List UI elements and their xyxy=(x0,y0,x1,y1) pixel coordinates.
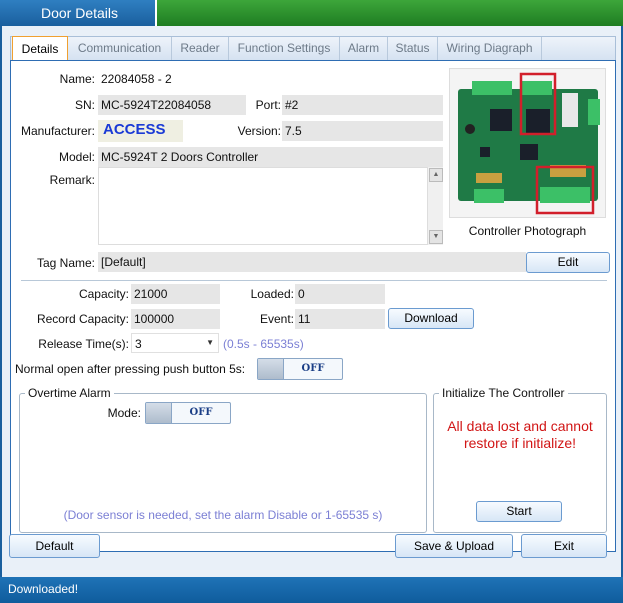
window-frame: Details Communication Reader Function Se… xyxy=(0,26,623,577)
model-field: MC-5924T 2 Doors Controller xyxy=(98,147,443,167)
remark-textarea[interactable] xyxy=(98,167,443,245)
tab-status[interactable]: Status xyxy=(388,37,438,60)
sn-field: MC-5924T22084058 xyxy=(98,95,246,115)
photo-caption: Controller Photograph xyxy=(468,224,587,238)
port-label: Port: xyxy=(255,98,281,112)
name-label: Name: xyxy=(59,72,95,86)
event-label: Event: xyxy=(259,312,294,326)
event-field: 11 xyxy=(295,309,385,329)
initialize-warning-line1: All data lost and cannot xyxy=(447,418,593,434)
manufacturer-value: ACCESS xyxy=(98,120,183,142)
start-button[interactable]: Start xyxy=(476,501,562,522)
overtime-alarm-title: Overtime Alarm xyxy=(25,386,114,400)
tab-strip: Details Communication Reader Function Se… xyxy=(10,36,616,61)
details-panel: Name: 22084058 - 2 SN: MC-5924T22084058 … xyxy=(10,60,616,552)
exit-button[interactable]: Exit xyxy=(521,534,607,558)
tab-wiring-diagraph[interactable]: Wiring Diagraph xyxy=(438,37,542,60)
controller-board-icon xyxy=(458,72,600,215)
status-bar: Downloaded! xyxy=(0,577,623,603)
overtime-mode-toggle[interactable]: OFF xyxy=(145,402,231,424)
record-capacity-label: Record Capacity: xyxy=(36,312,129,326)
tab-function-settings[interactable]: Function Settings xyxy=(229,37,340,60)
controller-photograph xyxy=(449,68,606,218)
normal-open-toggle-text: OFF xyxy=(301,363,325,374)
edit-button[interactable]: Edit xyxy=(526,252,610,273)
window-title: Door Details xyxy=(0,0,157,26)
release-time-select[interactable]: 3 ▼ xyxy=(131,333,219,353)
overtime-mode-toggle-text: OFF xyxy=(189,407,213,418)
toggle-knob xyxy=(146,403,172,423)
sn-label: SN: xyxy=(74,98,95,112)
normal-open-toggle[interactable]: OFF xyxy=(257,358,343,380)
chevron-down-icon: ▼ xyxy=(206,338,214,347)
capacity-field: 21000 xyxy=(131,284,220,304)
normal-open-label: Normal open after pressing push button 5… xyxy=(15,362,246,376)
tab-reader[interactable]: Reader xyxy=(172,37,229,60)
tag-name-label: Tag Name: xyxy=(36,256,95,270)
version-label: Version: xyxy=(237,124,281,138)
save-upload-button[interactable]: Save & Upload xyxy=(395,534,513,558)
manufacturer-label: Manufacturer: xyxy=(20,124,95,138)
release-time-label: Release Time(s): xyxy=(38,337,129,351)
title-bar: Door Details xyxy=(0,0,623,26)
remark-label: Remark: xyxy=(49,173,95,187)
default-button[interactable]: Default xyxy=(9,534,100,558)
tab-alarm[interactable]: Alarm xyxy=(340,37,388,60)
status-message: Downloaded! xyxy=(8,582,79,596)
name-field[interactable]: 22084058 - 2 xyxy=(98,69,443,89)
initialize-warning-line2: restore if initialize! xyxy=(463,435,577,451)
overtime-hint: (Door sensor is needed, set the alarm Di… xyxy=(63,508,383,522)
section-divider xyxy=(21,280,607,281)
scroll-down-icon[interactable]: ▼ xyxy=(429,230,443,244)
download-button[interactable]: Download xyxy=(388,308,474,329)
loaded-label: Loaded: xyxy=(250,287,294,301)
tab-communication[interactable]: Communication xyxy=(68,37,172,60)
tab-details[interactable]: Details xyxy=(12,36,68,61)
tag-name-field: [Default] xyxy=(98,252,526,272)
toggle-knob xyxy=(258,359,284,379)
initialize-title: Initialize The Controller xyxy=(439,386,568,400)
model-label: Model: xyxy=(58,150,95,164)
version-field: 7.5 xyxy=(282,121,443,141)
scroll-up-icon[interactable]: ▲ xyxy=(429,168,443,182)
release-time-hint: (0.5s - 65535s) xyxy=(223,337,304,351)
overtime-mode-label: Mode: xyxy=(107,406,141,420)
loaded-field: 0 xyxy=(295,284,385,304)
release-time-value: 3 xyxy=(135,337,142,351)
port-field: #2 xyxy=(282,95,443,115)
remark-scrollbar[interactable]: ▲ ▼ xyxy=(427,167,443,245)
capacity-label: Capacity: xyxy=(78,287,129,301)
record-capacity-field: 100000 xyxy=(131,309,220,329)
